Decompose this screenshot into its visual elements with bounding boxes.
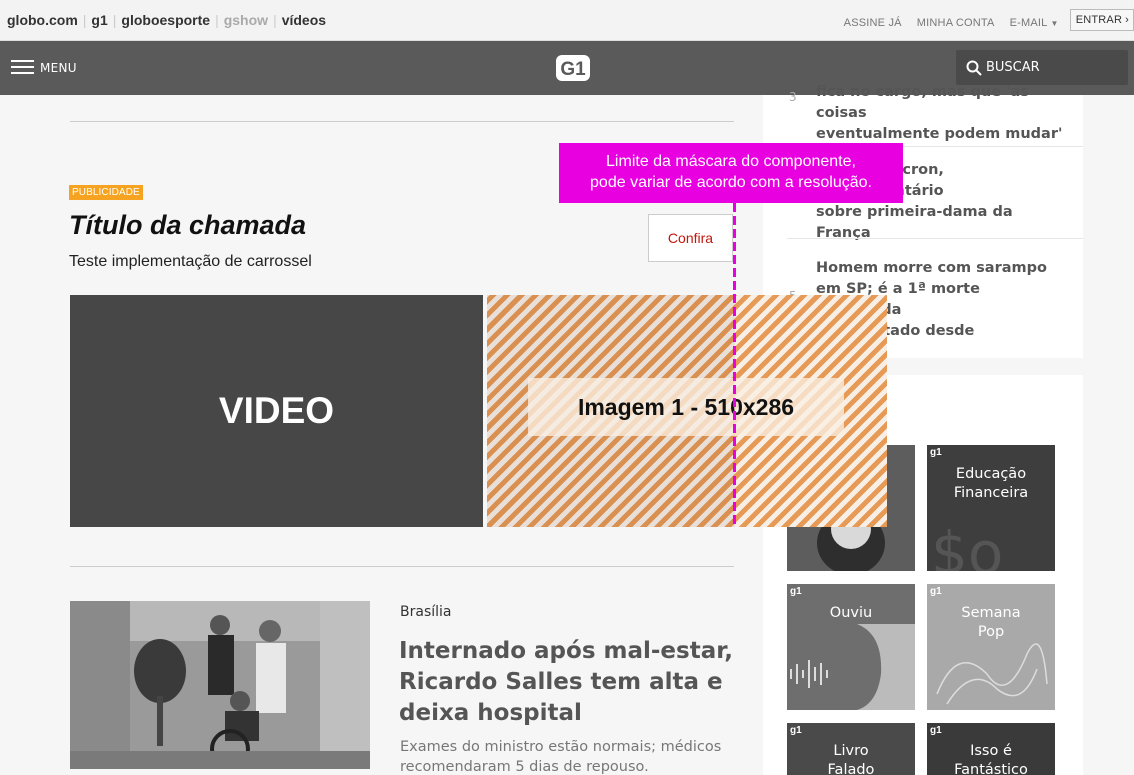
separator: | (112, 12, 117, 28)
news-headline[interactable]: Internado após mal-estar, Ricardo Salles… (399, 636, 739, 729)
network-links: globo.com | g1 | globoesporte | gshow | vídeos (7, 12, 326, 28)
divider (70, 566, 734, 567)
login-label: ENTRAR (1075, 14, 1123, 26)
confira-button[interactable]: Confira (648, 214, 733, 262)
g1-badge: g1 (930, 725, 942, 736)
logo-text: G1 (560, 59, 586, 80)
news-photo[interactable] (70, 601, 370, 769)
news-summary: Exames do ministro estão normais; médico… (400, 739, 722, 775)
hospital-photo-illustration (70, 601, 370, 769)
login-button[interactable]: ENTRAR › (1069, 9, 1134, 31)
chevron-right-icon: › (1125, 14, 1129, 26)
ad-subtitle: Teste implementação de carrossel (69, 253, 312, 270)
most-read-item[interactable]: fica no cargo, mas que 'as coisas eventu… (816, 82, 1066, 145)
podcast-tile-semana-pop[interactable]: g1 Semana Pop (927, 584, 1055, 710)
mask-note-line: pode variar de acordo com a resolução. (590, 174, 872, 191)
podcast-tile-isso-e-fantastico[interactable]: g1 Isso é Fantástico (927, 723, 1055, 775)
image-placeholder-label: Imagem 1 - 510x286 (528, 378, 844, 436)
network-bar: globo.com | g1 | globoesporte | gshow | vídeos A… (0, 0, 1134, 41)
g1-logo[interactable]: G1 (556, 55, 590, 81)
my-account-link[interactable]: MINHA CONTA (917, 17, 995, 29)
item-line: Homem morre com sarampo (816, 260, 1047, 276)
network-link-gshow[interactable]: gshow (224, 12, 268, 28)
separator: | (215, 12, 219, 28)
tile-label: Falado (827, 762, 875, 775)
email-label: E-MAIL (1009, 17, 1048, 29)
separator: | (82, 12, 87, 28)
item-line: eventualmente podem mudar' (816, 126, 1063, 142)
separator: | (273, 12, 277, 28)
tile-label: Livro (833, 743, 869, 759)
divider (787, 238, 1083, 239)
email-menu[interactable]: E-MAIL ▼ (1010, 17, 1059, 29)
tile-label: Isso é (970, 743, 1012, 759)
search-button[interactable]: BUSCAR (956, 50, 1128, 85)
item-line: fica no cargo, mas que 'as coisas (816, 84, 1029, 121)
network-link-globo[interactable]: globo.com (7, 12, 78, 28)
rank-number: 3 (789, 90, 797, 104)
subscribe-link[interactable]: ASSINE JÁ (844, 17, 902, 29)
chevron-down-icon: ▼ (1050, 19, 1059, 28)
network-link-globoesporte[interactable]: globoesporte (121, 12, 210, 28)
search-label: BUSCAR (986, 60, 1040, 75)
video-placeholder[interactable]: VIDEO (70, 295, 483, 527)
podcast-tile-educacao-financeira[interactable]: g1 Educação Financeira $o (927, 445, 1055, 571)
mask-limit-line (733, 203, 736, 525)
svg-text:$o: $o (931, 519, 1003, 571)
podcast-tile-livro-falado[interactable]: g1 Livro Falado (787, 723, 915, 775)
sound-wave-icon (790, 624, 915, 710)
network-link-g1[interactable]: g1 (91, 12, 107, 28)
news-kicker: Brasília (400, 604, 452, 620)
mask-limit-note: Limite da máscara do componente, pode va… (559, 143, 903, 203)
coins-icon: $o (931, 519, 1003, 571)
g1-badge: g1 (790, 725, 802, 736)
menu-button[interactable]: MENU (11, 60, 77, 75)
account-links: ASSINE JÁ MINHA CONTA E-MAIL ▼ ENTRAR › (844, 9, 1134, 34)
hamburger-icon (11, 60, 34, 75)
podcast-tile-ouviu[interactable]: g1 Ouviu (787, 584, 915, 710)
advertising-badge: PUBLICIDADE (69, 185, 143, 200)
ad-title[interactable]: Título da chamada (69, 210, 306, 241)
search-icon (966, 60, 982, 76)
network-link-videos[interactable]: vídeos (282, 12, 326, 28)
tile-label: Fantástico (954, 762, 1028, 775)
menu-label: MENU (40, 60, 77, 75)
mask-note-line: Limite da máscara do componente, (606, 153, 856, 170)
scribble-icon (936, 643, 1048, 705)
divider (70, 121, 734, 122)
